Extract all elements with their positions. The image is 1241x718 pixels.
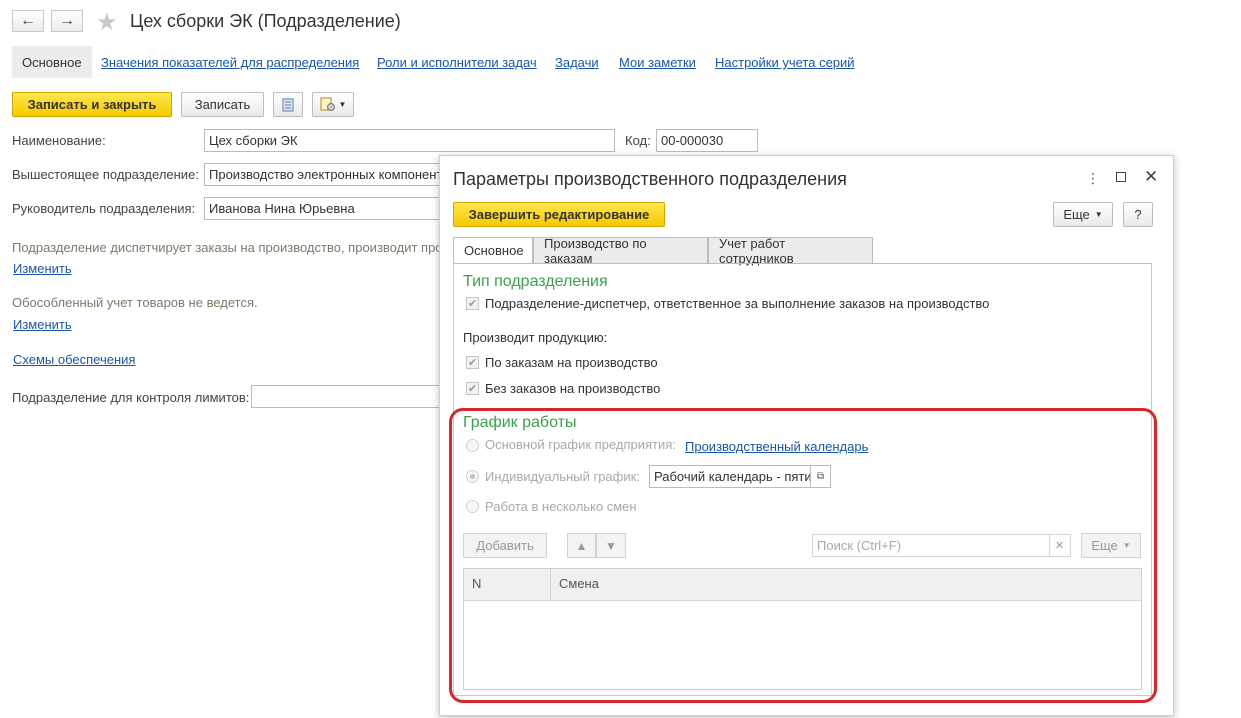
- dialog-menu-icon[interactable]: ⋮: [1086, 170, 1100, 187]
- produces-label: Производит продукцию:: [463, 330, 608, 345]
- form-title: Цех сборки ЭК (Подразделение): [130, 11, 401, 31]
- report-button[interactable]: [273, 92, 303, 117]
- save-button[interactable]: Записать: [181, 92, 264, 117]
- back-button[interactable]: ←: [12, 10, 44, 32]
- head-label: Руководитель подразделения:: [12, 201, 196, 216]
- arrow-right-icon: →: [59, 12, 75, 29]
- chevron-down-icon: ▼: [338, 100, 347, 109]
- highlight-frame: [449, 408, 1157, 703]
- tab-main-label: Основное: [22, 54, 82, 70]
- without-orders-checkbox[interactable]: ✔: [466, 382, 479, 395]
- chevron-down-icon: ▼: [1094, 210, 1103, 219]
- limits-label: Подразделение для контроля лимитов:: [12, 390, 250, 405]
- tab-series-settings[interactable]: Настройки учета серий: [715, 55, 855, 70]
- parent-field[interactable]: Производство электронных компонент: [204, 163, 440, 186]
- tab-roles[interactable]: Роли и исполнители задач: [377, 55, 537, 70]
- separate-accounting-text: Обособленный учет товаров не ведется.: [12, 295, 258, 310]
- head-field[interactable]: Иванова Нина Юрьевна: [204, 197, 440, 220]
- print-menu-button[interactable]: ▼: [312, 92, 354, 117]
- forward-button[interactable]: →: [51, 10, 83, 32]
- by-orders-label: По заказам на производство: [485, 355, 658, 370]
- save-and-close-button[interactable]: Записать и закрыть: [12, 92, 172, 117]
- close-icon[interactable]: ✕: [1144, 167, 1158, 187]
- dispatcher-checkbox-label: Подразделение-диспетчер, ответственное з…: [485, 296, 990, 311]
- maximize-icon[interactable]: [1116, 172, 1126, 182]
- document-list-icon: [282, 98, 294, 111]
- tab-notes[interactable]: Мои заметки: [619, 55, 696, 70]
- without-orders-label: Без заказов на производство: [485, 381, 661, 396]
- parent-label: Вышестоящее подразделение:: [12, 167, 199, 182]
- code-label: Код:: [625, 133, 651, 148]
- dialog-tab-main[interactable]: Основное: [453, 237, 533, 264]
- by-orders-checkbox[interactable]: ✔: [466, 356, 479, 369]
- help-button[interactable]: ?: [1123, 202, 1153, 227]
- supply-schemes-link[interactable]: Схемы обеспечения: [13, 352, 135, 367]
- tab-tasks[interactable]: Задачи: [555, 55, 599, 70]
- limits-field[interactable]: [251, 385, 440, 408]
- dialog-tab-orders[interactable]: Производство по заказам: [533, 236, 708, 266]
- finish-editing-button[interactable]: Завершить редактирование: [453, 202, 665, 227]
- dialog-more-button[interactable]: Еще ▼: [1053, 202, 1113, 227]
- name-field[interactable]: Цех сборки ЭК: [204, 129, 615, 152]
- dialog-more-label: Еще: [1063, 207, 1090, 222]
- dialog-title: Параметры производственного подразделени…: [453, 169, 847, 189]
- dialog-tab-employees[interactable]: Учет работ сотрудников: [708, 236, 873, 266]
- change-accounting-link[interactable]: Изменить: [13, 317, 72, 332]
- tab-main[interactable]: Основное: [12, 46, 92, 78]
- tab-distribution-values[interactable]: Значения показателей для распределения: [101, 55, 359, 70]
- name-label: Наименование:: [12, 133, 106, 148]
- dispatch-info-text: Подразделение диспетчирует заказы на про…: [12, 240, 443, 255]
- document-gear-icon: [320, 97, 335, 111]
- unit-type-heading: Тип подразделения: [463, 273, 608, 290]
- code-field[interactable]: 00-000030: [656, 129, 758, 152]
- favorite-star-icon[interactable]: ★: [96, 8, 118, 37]
- dispatcher-checkbox[interactable]: ✔: [466, 297, 479, 310]
- arrow-left-icon: ←: [20, 12, 36, 29]
- change-dispatch-link[interactable]: Изменить: [13, 261, 72, 276]
